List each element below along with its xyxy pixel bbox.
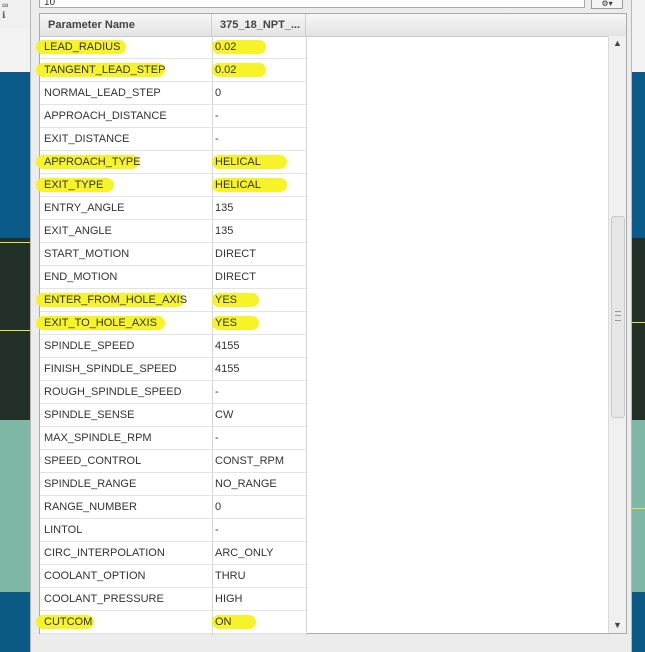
parameter-value-cell[interactable]: 0.02 bbox=[215, 36, 303, 58]
parameter-name-cell: NORMAL_LEAD_STEP bbox=[44, 87, 161, 99]
toolbar-fragment: ∞ ℹ bbox=[0, 0, 32, 28]
parameter-name-cell: APPROACH_DISTANCE bbox=[44, 110, 167, 122]
column-header-parameter-name[interactable]: Parameter Name bbox=[40, 14, 212, 36]
table-row[interactable]: SPINDLE_SPEED 4155 bbox=[40, 335, 306, 358]
table-row[interactable]: TANGENT_LEAD_STEP 0.02 bbox=[36, 59, 306, 82]
parameter-value-cell[interactable]: YES bbox=[215, 289, 303, 311]
filter-icon: ⚙▾ bbox=[601, 0, 613, 8]
parameter-value-cell[interactable]: HELICAL bbox=[215, 151, 303, 173]
parameter-value-cell[interactable]: CW bbox=[215, 404, 303, 426]
parameter-name-cell: CUTCOM bbox=[44, 616, 93, 628]
table-row[interactable]: SPINDLE_RANGE NO_RANGE bbox=[40, 473, 306, 496]
parameter-value-cell[interactable]: ON bbox=[215, 611, 303, 633]
table-row[interactable]: NORMAL_LEAD_STEP 0 bbox=[40, 82, 306, 105]
table-row[interactable]: CUTCOM ON bbox=[36, 611, 306, 634]
table-row[interactable]: ENTER_FROM_HOLE_AXIS YES bbox=[36, 289, 306, 312]
parameter-value-cell[interactable]: YES bbox=[215, 312, 303, 334]
scroll-down-icon[interactable]: ▼ bbox=[609, 618, 626, 633]
parameter-name-cell: EXIT_TO_HOLE_AXIS bbox=[44, 317, 157, 329]
model-edge-line bbox=[0, 242, 34, 243]
parameter-name-cell: EXIT_ANGLE bbox=[44, 225, 112, 237]
table-row[interactable]: COOLANT_OPTION THRU bbox=[40, 565, 306, 588]
parameter-value-cell[interactable]: 4155 bbox=[215, 335, 303, 357]
search-input[interactable]: 10 bbox=[39, 0, 585, 8]
parameter-value-cell[interactable]: 4155 bbox=[215, 358, 303, 380]
scroll-thumb[interactable] bbox=[611, 216, 625, 418]
table-row[interactable]: MAX_SPINDLE_RPM - bbox=[40, 427, 306, 450]
filter-button[interactable]: ⚙▾ bbox=[591, 0, 623, 9]
parameter-name-cell: COOLANT_OPTION bbox=[44, 570, 146, 582]
parameter-value-cell[interactable]: DIRECT bbox=[215, 266, 303, 288]
parameter-name-cell: COOLANT_PRESSURE bbox=[44, 593, 164, 605]
table-row[interactable]: LEAD_RADIUS 0.02 bbox=[36, 36, 306, 59]
parameter-value-cell[interactable]: 0 bbox=[215, 496, 303, 518]
model-edge-line bbox=[0, 330, 34, 331]
table-body: LEAD_RADIUS 0.02 TANGENT_LEAD_STEP 0.02 NORM… bbox=[36, 36, 306, 634]
table-row[interactable]: APPROACH_TYPE HELICAL bbox=[36, 151, 306, 174]
scroll-up-icon[interactable]: ▲ bbox=[609, 36, 626, 51]
parameter-name-cell: FINISH_SPINDLE_SPEED bbox=[44, 363, 177, 375]
table-row[interactable]: EXIT_TYPE HELICAL bbox=[36, 174, 306, 197]
table-row[interactable]: EXIT_TO_HOLE_AXIS YES bbox=[36, 312, 306, 335]
table-row[interactable]: EXIT_ANGLE 135 bbox=[40, 220, 306, 243]
table-row[interactable]: END_MOTION DIRECT bbox=[40, 266, 306, 289]
parameter-value-cell[interactable]: 0 bbox=[215, 82, 303, 104]
parameter-name-cell: EXIT_TYPE bbox=[44, 179, 104, 191]
parameter-name-cell: RANGE_NUMBER bbox=[44, 501, 137, 513]
tool-icon-2: ℹ bbox=[2, 10, 6, 20]
table-row[interactable]: SPINDLE_SENSE CW bbox=[40, 404, 306, 427]
parameter-value-cell[interactable]: - bbox=[215, 105, 303, 127]
parameter-value-cell[interactable]: 135 bbox=[215, 220, 303, 242]
parameter-name-cell: MAX_SPINDLE_RPM bbox=[44, 432, 152, 444]
parameter-value-cell[interactable]: - bbox=[215, 381, 303, 403]
cad-viewport-left: ∞ ℹ bbox=[0, 0, 34, 652]
table-row[interactable]: ENTRY_ANGLE 135 bbox=[40, 197, 306, 220]
parameter-name-cell: TANGENT_LEAD_STEP bbox=[44, 64, 166, 76]
parameter-name-cell: LINTOL bbox=[44, 524, 83, 536]
table-row[interactable]: APPROACH_DISTANCE - bbox=[40, 105, 306, 128]
column-header-value[interactable]: 375_18_NPT_... bbox=[212, 14, 306, 36]
parameter-name-cell: ENTER_FROM_HOLE_AXIS bbox=[44, 294, 188, 306]
parameter-name-cell: ROUGH_SPINDLE_SPEED bbox=[44, 386, 182, 398]
parameter-value-cell[interactable]: THRU bbox=[215, 565, 303, 587]
table-row[interactable]: COOLANT_PRESSURE HIGH bbox=[40, 588, 306, 611]
parameter-name-cell: ENTRY_ANGLE bbox=[44, 202, 125, 214]
parameter-name-cell: APPROACH_TYPE bbox=[44, 156, 141, 168]
table-row[interactable]: SPEED_CONTROL CONST_RPM bbox=[40, 450, 306, 473]
parameter-value-cell[interactable]: ARC_ONLY bbox=[215, 542, 303, 564]
parameter-name-cell: LEAD_RADIUS bbox=[44, 41, 121, 53]
parameter-value-cell[interactable]: HELICAL bbox=[215, 174, 303, 196]
parameter-dialog: 10 ⚙▾ Parameter Name 375_18_NPT_... LEAD… bbox=[30, 0, 632, 652]
table-row[interactable]: ROUGH_SPINDLE_SPEED - bbox=[40, 381, 306, 404]
parameter-value-cell[interactable]: NO_RANGE bbox=[215, 473, 303, 495]
parameter-value-cell[interactable]: CONST_RPM bbox=[215, 450, 303, 472]
parameter-value-cell[interactable]: DIRECT bbox=[215, 243, 303, 265]
parameter-name-cell: SPINDLE_SPEED bbox=[44, 340, 135, 352]
parameter-name-cell: SPINDLE_RANGE bbox=[44, 478, 137, 490]
parameter-value-cell[interactable]: - bbox=[215, 427, 303, 449]
parameter-value-cell[interactable]: 0.02 bbox=[215, 59, 303, 81]
parameter-table: Parameter Name 375_18_NPT_... LEAD_RADIU… bbox=[36, 13, 627, 635]
parameter-name-cell: START_MOTION bbox=[44, 248, 130, 260]
table-header: Parameter Name 375_18_NPT_... bbox=[40, 14, 626, 37]
column-divider bbox=[306, 36, 307, 635]
table-row[interactable]: LINTOL - bbox=[40, 519, 306, 542]
vertical-scrollbar[interactable]: ▲ ▼ bbox=[608, 36, 626, 633]
table-row[interactable]: EXIT_DISTANCE - bbox=[40, 128, 306, 151]
parameter-name-cell: CIRC_INTERPOLATION bbox=[44, 547, 165, 559]
table-row[interactable]: CIRC_INTERPOLATION ARC_ONLY bbox=[40, 542, 306, 565]
parameter-value-cell[interactable]: HIGH bbox=[215, 588, 303, 610]
parameter-value-cell[interactable]: 135 bbox=[215, 197, 303, 219]
parameter-name-cell: EXIT_DISTANCE bbox=[44, 133, 130, 145]
table-row[interactable]: RANGE_NUMBER 0 bbox=[40, 496, 306, 519]
table-row[interactable]: FINISH_SPINDLE_SPEED 4155 bbox=[40, 358, 306, 381]
table-row[interactable]: START_MOTION DIRECT bbox=[40, 243, 306, 266]
parameter-name-cell: SPEED_CONTROL bbox=[44, 455, 142, 467]
parameter-name-cell: END_MOTION bbox=[44, 271, 118, 283]
parameter-value-cell[interactable]: - bbox=[215, 128, 303, 150]
tool-icon: ∞ bbox=[2, 0, 9, 10]
grip-icon bbox=[615, 311, 621, 321]
parameter-name-cell: SPINDLE_SENSE bbox=[44, 409, 135, 421]
parameter-value-cell[interactable]: - bbox=[215, 519, 303, 541]
